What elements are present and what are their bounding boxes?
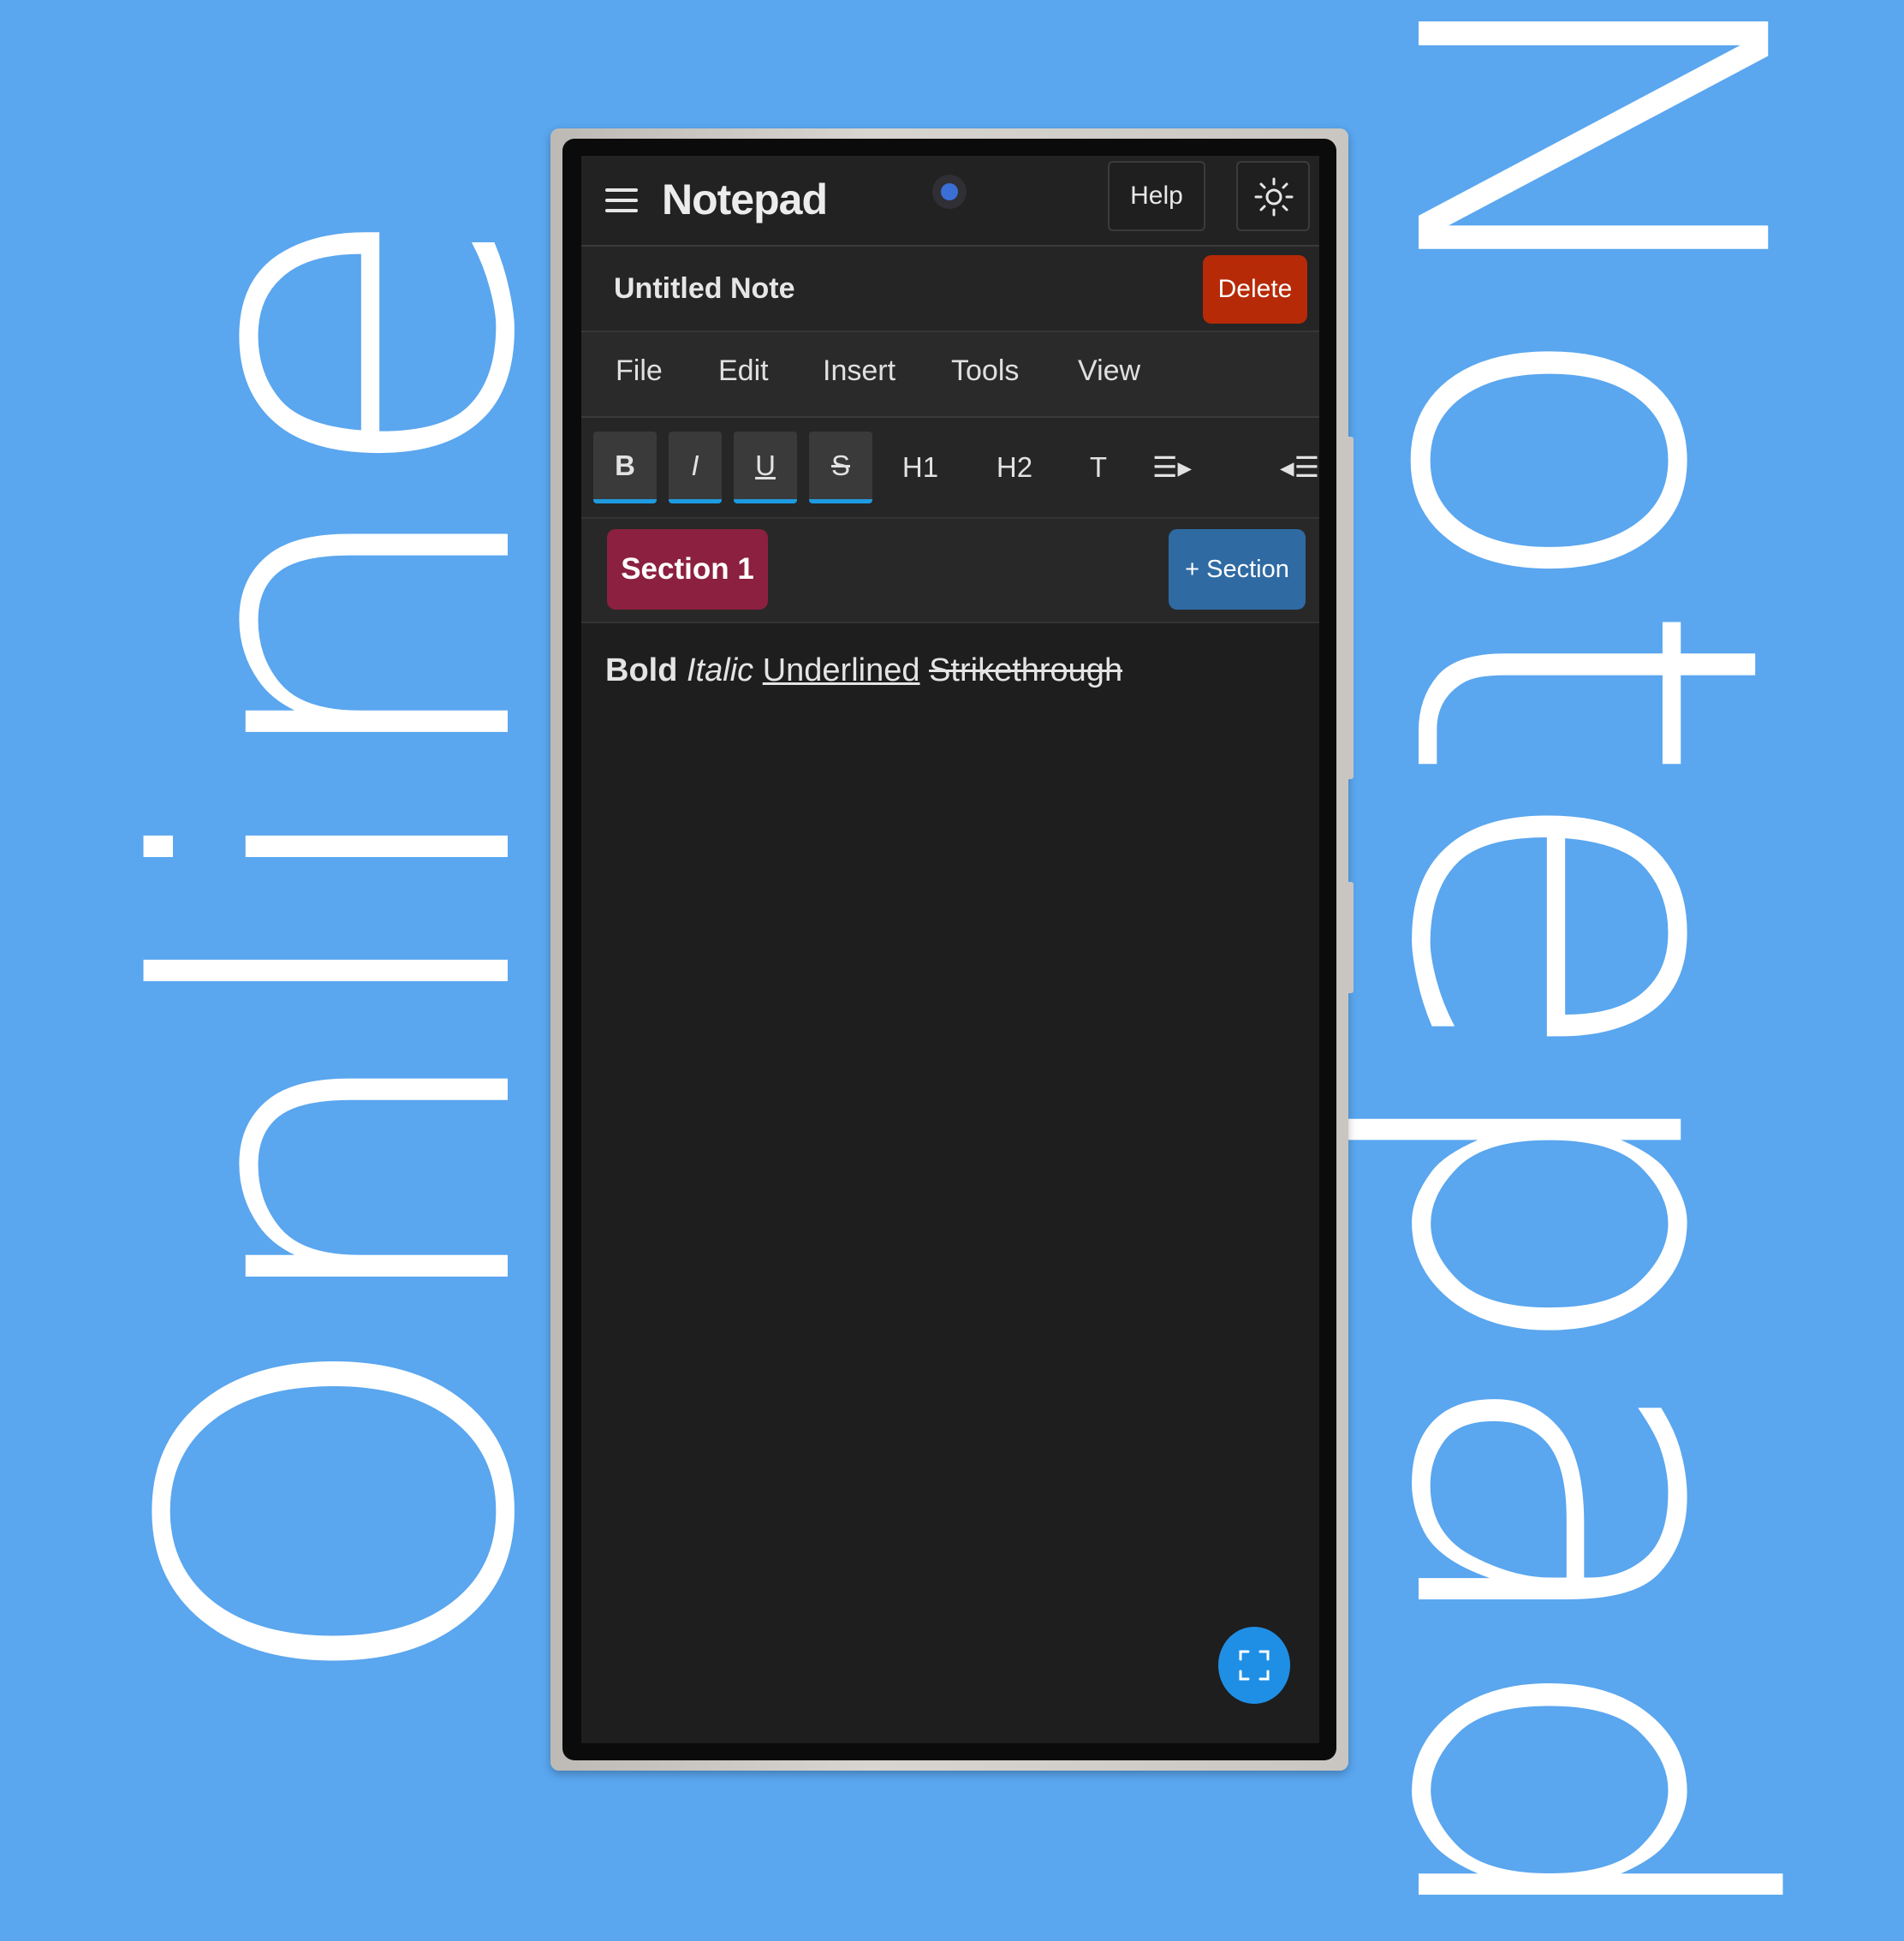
hamburger-menu-icon[interactable] — [605, 180, 640, 221]
strikethrough-text: Strikethrough — [929, 652, 1123, 688]
app-screen: Notepad Help Untitled Note Delete File E… — [581, 156, 1319, 1743]
sun-icon — [1254, 177, 1294, 217]
editor-text-line[interactable]: Bold Italic Underlined Strikethrough — [605, 652, 1122, 689]
app-title: Notepad — [662, 176, 828, 223]
menu-bar: File Edit Insert Tools View — [581, 332, 1319, 418]
note-title-bar: Untitled Note Delete — [581, 247, 1319, 332]
underline-button[interactable]: U — [734, 432, 797, 503]
heading1-button[interactable]: H1 — [886, 432, 955, 503]
indent-icon[interactable]: ☰▸ — [1138, 432, 1206, 503]
add-section-button[interactable]: + Section — [1169, 529, 1306, 610]
text-button[interactable]: T — [1073, 432, 1124, 503]
italic-text: Italic — [687, 652, 754, 688]
bold-button[interactable]: B — [593, 432, 657, 503]
format-toolbar: B I U S H1 H2 T ☰▸ ◂☰ — [581, 418, 1319, 519]
menu-file[interactable]: File — [616, 354, 663, 388]
app-bar: Notepad Help — [581, 156, 1319, 247]
menu-view[interactable]: View — [1078, 354, 1140, 388]
delete-button[interactable]: Delete — [1203, 255, 1307, 324]
bold-text: Bold — [605, 652, 678, 688]
note-editor[interactable]: Bold Italic Underlined Strikethrough — [581, 623, 1319, 1743]
promo-notepad-text: Notepad — [1305, 0, 1863, 1941]
phone-power-button — [1347, 882, 1354, 993]
menu-edit[interactable]: Edit — [718, 354, 769, 388]
menu-tools[interactable]: Tools — [951, 354, 1019, 388]
fullscreen-button[interactable] — [1218, 1627, 1290, 1704]
section-bar: Section 1 + Section — [581, 519, 1319, 623]
underlined-text: Underlined — [762, 652, 920, 688]
outdent-icon[interactable]: ◂☰ — [1280, 432, 1319, 503]
phone-volume-button — [1347, 437, 1354, 779]
fullscreen-icon — [1239, 1650, 1270, 1681]
menu-insert[interactable]: Insert — [823, 354, 895, 388]
phone-frame: Notepad Help Untitled Note Delete File E… — [550, 128, 1354, 1771]
front-camera-icon — [932, 175, 967, 209]
italic-button[interactable]: I — [669, 432, 722, 503]
promo-online-text: Online — [63, 204, 622, 1700]
strikethrough-button[interactable]: S — [809, 432, 872, 503]
theme-toggle-button[interactable] — [1236, 161, 1310, 231]
heading2-button[interactable]: H2 — [980, 432, 1049, 503]
note-title[interactable]: Untitled Note — [614, 272, 795, 306]
help-button[interactable]: Help — [1108, 161, 1205, 231]
section-tab-1[interactable]: Section 1 — [607, 529, 768, 610]
